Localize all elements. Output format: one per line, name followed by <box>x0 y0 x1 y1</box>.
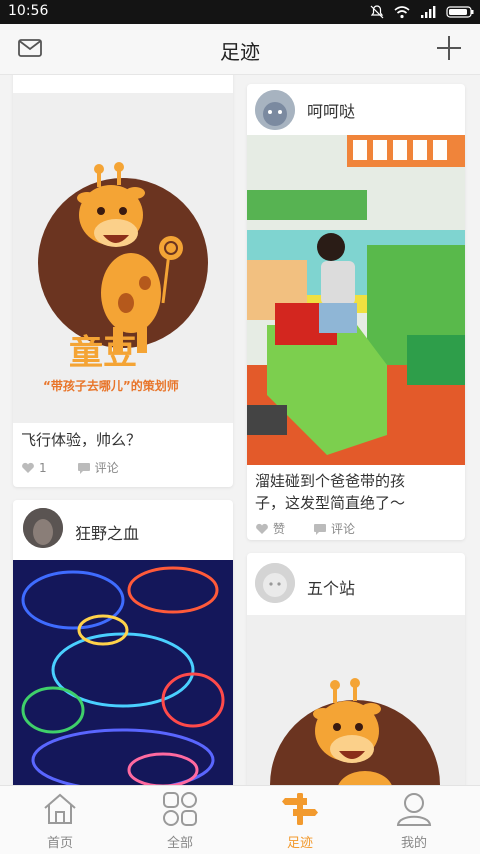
wifi-icon <box>394 6 410 19</box>
grid-icon <box>163 792 197 826</box>
giraffe-logo <box>270 678 440 785</box>
username[interactable]: 狂野之血 <box>75 520 139 544</box>
logo-text-sub: “带孩子去哪儿”的策划师 <box>43 379 179 393</box>
post-caption: 溜娃碰到个爸爸带的孩 子，这发型简直绝了～ <box>255 470 457 514</box>
tab-label: 我的 <box>400 836 427 851</box>
comment-icon[interactable] <box>313 523 327 535</box>
comment-label[interactable]: 评论 <box>331 520 355 537</box>
app-header: 足迹 <box>0 24 480 75</box>
tab-home[interactable]: 首页 <box>20 792 100 851</box>
post-caption: 飞行体验，帅么？ <box>21 431 142 449</box>
like-count: 1 <box>39 460 47 475</box>
heart-icon[interactable] <box>21 462 35 474</box>
home-icon <box>44 793 76 824</box>
avatar-image <box>23 508 63 548</box>
status-time: 10:56 <box>8 3 49 19</box>
status-bar: 10:56 <box>0 0 480 24</box>
like-label[interactable]: 赞 <box>273 520 285 537</box>
post-card-3[interactable]: 狂野之血 <box>13 500 233 785</box>
status-icons <box>370 4 474 20</box>
tab-footprint[interactable]: 足迹 <box>260 792 340 851</box>
post-header: 狂野之血 <box>13 500 233 558</box>
caption-line-2: 子，这发型简直绝了～ <box>255 494 406 512</box>
signal-icon <box>421 6 436 18</box>
footprint-icon <box>282 793 318 825</box>
post-header: 五个站 <box>247 553 465 613</box>
avatar[interactable] <box>255 563 295 603</box>
comment-icon[interactable] <box>77 462 91 474</box>
tab-label: 足迹 <box>286 836 313 851</box>
tab-profile[interactable]: 我的 <box>374 792 454 851</box>
post-card-2[interactable]: 呵呵哒 溜娃碰到个爸爸带的孩 子，这发型简直绝了～ 赞 评论 <box>247 84 465 540</box>
battery-icon <box>446 6 474 18</box>
post-image-logo[interactable] <box>247 615 465 785</box>
avatar-image <box>255 563 295 603</box>
tab-all[interactable]: 全部 <box>140 792 220 851</box>
heart-icon[interactable] <box>255 523 269 535</box>
comment-label[interactable]: 评论 <box>95 459 119 476</box>
avatar[interactable] <box>255 90 295 130</box>
feed[interactable]: 童豆 “带孩子去哪儿”的策划师 飞行体验，帅么？ 1 评论 呵呵哒 溜娃碰到个爸… <box>0 75 480 785</box>
post-image-logo[interactable]: 童豆 “带孩子去哪儿”的策划师 <box>13 93 233 423</box>
post-card-4[interactable]: 五个站 <box>247 553 465 785</box>
avatar[interactable] <box>23 508 63 548</box>
post-card-1[interactable]: 童豆 “带孩子去哪儿”的策划师 飞行体验，帅么？ 1 评论 <box>13 75 233 487</box>
post-header: 呵呵哒 <box>247 84 465 134</box>
neon-art-photo <box>13 560 233 785</box>
tab-label: 首页 <box>46 836 73 851</box>
bottom-tab-bar: 首页 全部 足迹 我的 <box>0 785 480 854</box>
page-title: 足迹 <box>220 40 260 64</box>
logo-text-main: 童豆 <box>69 333 137 373</box>
post-meta: 赞 评论 <box>255 520 355 537</box>
mute-icon <box>370 5 384 19</box>
username[interactable]: 五个站 <box>307 575 355 599</box>
tab-label: 全部 <box>166 836 193 851</box>
avatar-image <box>255 90 295 130</box>
post-image-playroom[interactable] <box>247 135 465 465</box>
caption-line-1: 溜娃碰到个爸爸带的孩 <box>255 472 406 490</box>
post-meta: 1 评论 <box>21 459 119 476</box>
add-icon[interactable] <box>436 35 462 61</box>
username[interactable]: 呵呵哒 <box>307 98 355 122</box>
playroom-photo <box>247 135 465 465</box>
post-image-neon[interactable] <box>13 560 233 785</box>
profile-icon <box>396 793 432 826</box>
